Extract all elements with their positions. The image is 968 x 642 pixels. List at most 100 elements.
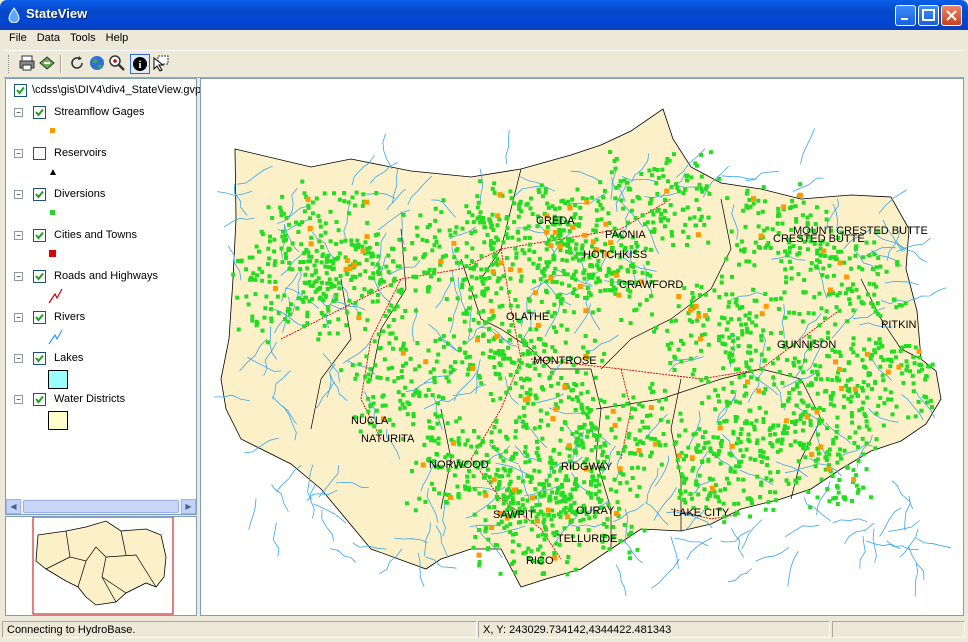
diversion-point (898, 349, 903, 353)
diversion-point (720, 341, 725, 346)
diversion-point (554, 477, 559, 482)
refresh-icon[interactable] (68, 54, 86, 72)
diversion-point (665, 342, 670, 347)
streamflow-gage-point (852, 386, 858, 392)
status-bar: Connecting to HydroBase. X, Y: 243029.73… (0, 619, 968, 642)
diversion-point (876, 346, 881, 351)
collapse-icon[interactable]: − (14, 272, 23, 281)
legend-layer[interactable]: − Reservoirs (6, 145, 196, 185)
diversion-point (765, 463, 770, 467)
scroll-right-button[interactable]: ▶ (181, 499, 196, 514)
layer-checkbox[interactable] (33, 147, 46, 160)
diversion-point (532, 426, 537, 431)
legend-layer[interactable]: − Roads and Highways (6, 268, 196, 308)
diversion-point (544, 247, 549, 252)
diversion-point (264, 294, 269, 299)
toolbar-grip[interactable] (8, 55, 12, 73)
close-button[interactable] (941, 5, 962, 26)
diversion-point (808, 213, 813, 218)
layer-checkbox[interactable] (33, 311, 46, 324)
menu-help[interactable]: Help (101, 30, 134, 48)
maximize-button[interactable] (918, 5, 939, 26)
diversion-point (257, 266, 262, 271)
diversion-point (427, 425, 432, 430)
diversion-point (842, 448, 847, 453)
menu-tools[interactable]: Tools (65, 30, 101, 48)
minimize-button[interactable] (895, 5, 916, 26)
map-canvas[interactable]: CREDA PAONIA HOTCHKISS CRAWFORD OLATHE M… (200, 78, 964, 616)
diversion-point (300, 297, 305, 302)
diversion-point (842, 260, 847, 265)
collapse-icon[interactable]: − (14, 190, 23, 199)
export-icon[interactable] (38, 54, 56, 72)
layer-checkbox[interactable] (33, 270, 46, 283)
diversion-point (824, 217, 829, 222)
legend-layer[interactable]: − Lakes (6, 350, 196, 390)
diversion-point (373, 363, 378, 367)
zoom-icon[interactable] (108, 54, 126, 72)
diversion-point (590, 474, 595, 479)
select-icon[interactable] (152, 54, 170, 72)
diversion-point (671, 243, 676, 247)
diversion-point (537, 425, 542, 429)
collapse-icon[interactable]: − (14, 231, 23, 240)
diversion-point (521, 424, 526, 429)
diversion-point (739, 322, 744, 327)
diversion-point (690, 372, 695, 377)
menu-data[interactable]: Data (32, 30, 65, 48)
diversion-point (449, 454, 454, 459)
layer-checkbox[interactable] (33, 393, 46, 406)
scroll-left-button[interactable]: ◀ (6, 499, 21, 514)
diversion-point (847, 387, 852, 391)
legend-scrollbar[interactable]: ◀ ▶ (6, 499, 196, 514)
diversion-point (754, 418, 759, 423)
layer-checkbox[interactable] (33, 352, 46, 365)
collapse-icon[interactable]: − (14, 149, 23, 158)
diversion-point (811, 311, 816, 316)
legend-layer[interactable]: − Diversions (6, 186, 196, 226)
diversion-point (725, 476, 729, 481)
title-bar[interactable]: StateView (0, 0, 968, 30)
diversion-point (550, 314, 555, 319)
info-icon[interactable]: i (130, 54, 150, 74)
streamflow-gage-point (305, 197, 311, 202)
river-segment (686, 537, 713, 560)
collapse-icon[interactable]: − (14, 354, 23, 363)
diversion-point (402, 247, 407, 251)
scroll-thumb[interactable] (23, 500, 179, 513)
layer-checkbox[interactable] (33, 229, 46, 242)
streamflow-gage-point (566, 443, 572, 449)
layer-checkbox[interactable] (33, 188, 46, 201)
diversion-point (445, 500, 449, 505)
diversion-point (596, 266, 601, 271)
diversion-point (363, 269, 368, 274)
globe-icon[interactable] (88, 54, 106, 72)
diversion-point (266, 205, 271, 210)
layer-checkbox[interactable] (33, 106, 46, 119)
legend-layer[interactable]: − Streamflow Gages (6, 104, 196, 144)
collapse-icon[interactable]: − (14, 313, 23, 322)
collapse-icon[interactable]: − (14, 108, 23, 117)
collapse-icon[interactable]: − (14, 395, 23, 404)
print-icon[interactable] (18, 54, 36, 72)
legend-layer[interactable]: − Rivers (6, 309, 196, 349)
diversion-point (448, 317, 452, 322)
diversion-point (784, 280, 788, 285)
overview-map[interactable] (5, 516, 197, 616)
menu-file[interactable]: File (4, 30, 32, 48)
layer-label: Cities and Towns (54, 229, 137, 241)
diversion-point (395, 264, 400, 269)
diversion-point (695, 318, 700, 323)
legend-layer[interactable]: − Water Districts (6, 391, 196, 431)
legend-layer[interactable]: − Cities and Towns (6, 227, 196, 267)
diversion-point (444, 297, 449, 301)
legend-root-checkbox[interactable] (14, 84, 27, 97)
diversion-point (672, 368, 677, 372)
diversion-point (602, 399, 607, 404)
diversion-point (236, 327, 241, 332)
diversion-point (596, 307, 601, 312)
diversion-point (328, 209, 333, 214)
map-label: OURAY (576, 505, 615, 517)
diversion-point (334, 220, 339, 224)
diversion-point (500, 321, 505, 326)
